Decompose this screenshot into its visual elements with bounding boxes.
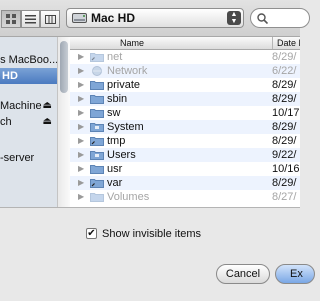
- file-date: 6/22/: [272, 65, 297, 77]
- table-row[interactable]: ▶ usr 10/16: [70, 162, 300, 176]
- sidebar-item-label: HD: [2, 70, 18, 82]
- table-row[interactable]: ▶ System 8/29/: [70, 120, 300, 134]
- sidebar-item-label: ch: [0, 116, 12, 128]
- toolbar: Mac HD ▲ ▼: [0, 0, 310, 37]
- file-name: tmp: [107, 135, 126, 147]
- disclosure-triangle-icon[interactable]: ▶: [78, 50, 84, 64]
- file-date: 8/29/: [272, 93, 297, 105]
- file-name: var: [107, 177, 123, 189]
- sidebar-item-volume[interactable]: ch ⏏: [0, 114, 58, 130]
- column-header[interactable]: Name Date M: [70, 37, 300, 50]
- disclosure-triangle-icon[interactable]: ▶: [78, 106, 84, 120]
- sidebar-item-mac-hd[interactable]: HD: [0, 68, 58, 84]
- file-name: sbin: [107, 93, 128, 105]
- disclosure-triangle-icon[interactable]: ▶: [78, 176, 84, 190]
- column-name-header[interactable]: Name: [120, 37, 144, 49]
- sidebar-item-label: Machine: [0, 100, 42, 112]
- column-view-button[interactable]: [40, 10, 60, 28]
- file-name: Volumes: [107, 191, 150, 203]
- disclosure-triangle-icon[interactable]: ▶: [78, 92, 84, 106]
- file-date: 9/22/: [272, 149, 297, 161]
- table-row[interactable]: ▶ net 8/29/: [70, 50, 300, 64]
- list-view-button[interactable]: [21, 10, 40, 28]
- network-globe-icon: [92, 66, 102, 76]
- search-field[interactable]: [250, 8, 310, 28]
- search-icon: [257, 13, 268, 24]
- show-invisible-checkbox[interactable]: ✔: [86, 228, 97, 239]
- column-view-icon: [44, 14, 56, 24]
- icon-view-button[interactable]: [1, 10, 21, 28]
- sidebar-item-label: -server: [0, 152, 35, 164]
- cancel-label: Cancel: [225, 268, 261, 280]
- users-folder-icon: [90, 151, 104, 160]
- file-name: System: [107, 121, 144, 133]
- show-invisible-label[interactable]: Show invisible items: [102, 228, 201, 240]
- confirm-button[interactable]: Ex: [275, 264, 315, 284]
- file-date: 8/27/: [272, 191, 297, 203]
- folder-icon: [90, 193, 104, 202]
- system-folder-icon: [90, 123, 104, 132]
- disclosure-triangle-icon[interactable]: ▶: [78, 64, 84, 78]
- table-row[interactable]: ▶ sbin 8/29/: [70, 92, 300, 106]
- icon-view-icon: [6, 14, 16, 24]
- sidebar-item-time-machine[interactable]: Machine ⏏: [0, 98, 58, 114]
- confirm-label: Ex: [290, 268, 303, 280]
- table-row[interactable]: ▶ sw 10/17: [70, 106, 300, 120]
- sidebar: 's MacBoo... HD Machine ⏏ ch ⏏ -server: [0, 37, 59, 207]
- sidebar-item-label: 's MacBoo...: [0, 54, 59, 66]
- location-popup[interactable]: Mac HD ▲ ▼: [66, 8, 244, 28]
- options-bar: ✔ Show invisible items Cancel Ex: [0, 207, 315, 301]
- sidebar-item-server[interactable]: -server: [0, 150, 34, 166]
- folder-alias-icon: [90, 137, 104, 146]
- disclosure-triangle-icon[interactable]: ▶: [78, 148, 84, 162]
- folder-icon: [90, 95, 104, 104]
- file-name: Network: [107, 65, 148, 77]
- popup-arrows-icon: ▲ ▼: [227, 11, 241, 25]
- disclosure-triangle-icon[interactable]: ▶: [78, 134, 84, 148]
- cancel-button[interactable]: Cancel: [216, 264, 270, 284]
- eject-icon[interactable]: ⏏: [43, 114, 52, 130]
- folder-link-icon: [90, 53, 104, 62]
- disclosure-triangle-icon[interactable]: ▶: [78, 120, 84, 134]
- file-name: Users: [107, 149, 136, 161]
- disclosure-triangle-icon[interactable]: ▶: [78, 162, 84, 176]
- sidebar-scrollbar[interactable]: [57, 37, 70, 207]
- folder-icon: [90, 165, 104, 174]
- file-date: 8/29/: [272, 79, 297, 91]
- file-name: sw: [107, 107, 121, 119]
- table-row[interactable]: ▶ private 8/29/: [70, 78, 300, 92]
- file-date: 8/29/: [272, 51, 297, 63]
- file-date: 8/29/: [272, 121, 297, 133]
- hard-drive-icon: [72, 13, 87, 23]
- eject-icon[interactable]: ⏏: [43, 98, 52, 114]
- file-list: Name Date M ▶ net 8/29/ ▶ Network 6/22/ ▶ priva…: [70, 37, 300, 207]
- file-name: private: [107, 79, 141, 91]
- file-name: net: [107, 51, 123, 63]
- table-row[interactable]: ▶ Network 6/22/: [70, 64, 300, 78]
- disclosure-triangle-icon[interactable]: ▶: [78, 78, 84, 92]
- file-date: 8/29/: [272, 177, 297, 189]
- check-mark-icon: ✔: [87, 228, 96, 239]
- file-date: 8/29/: [272, 135, 297, 147]
- file-date: 10/17: [272, 107, 300, 119]
- table-row[interactable]: ▶ Volumes 8/27/: [70, 190, 300, 204]
- disclosure-triangle-icon[interactable]: ▶: [78, 190, 84, 204]
- column-date-header[interactable]: Date M: [272, 37, 300, 49]
- table-row[interactable]: ▶ Users 9/22/: [70, 148, 300, 162]
- sidebar-item-macbook[interactable]: 's MacBoo...: [0, 52, 58, 68]
- scrollbar-thumb[interactable]: [60, 41, 68, 93]
- folder-icon: [90, 81, 104, 90]
- list-view-icon: [25, 14, 36, 23]
- folder-alias-icon: [90, 179, 104, 188]
- folder-icon: [90, 109, 104, 118]
- table-row[interactable]: ▶ var 8/29/: [70, 176, 300, 190]
- file-date: 10/16: [272, 163, 300, 175]
- file-name: usr: [107, 163, 123, 175]
- table-row[interactable]: ▶ tmp 8/29/: [70, 134, 300, 148]
- location-label: Mac HD: [91, 11, 136, 25]
